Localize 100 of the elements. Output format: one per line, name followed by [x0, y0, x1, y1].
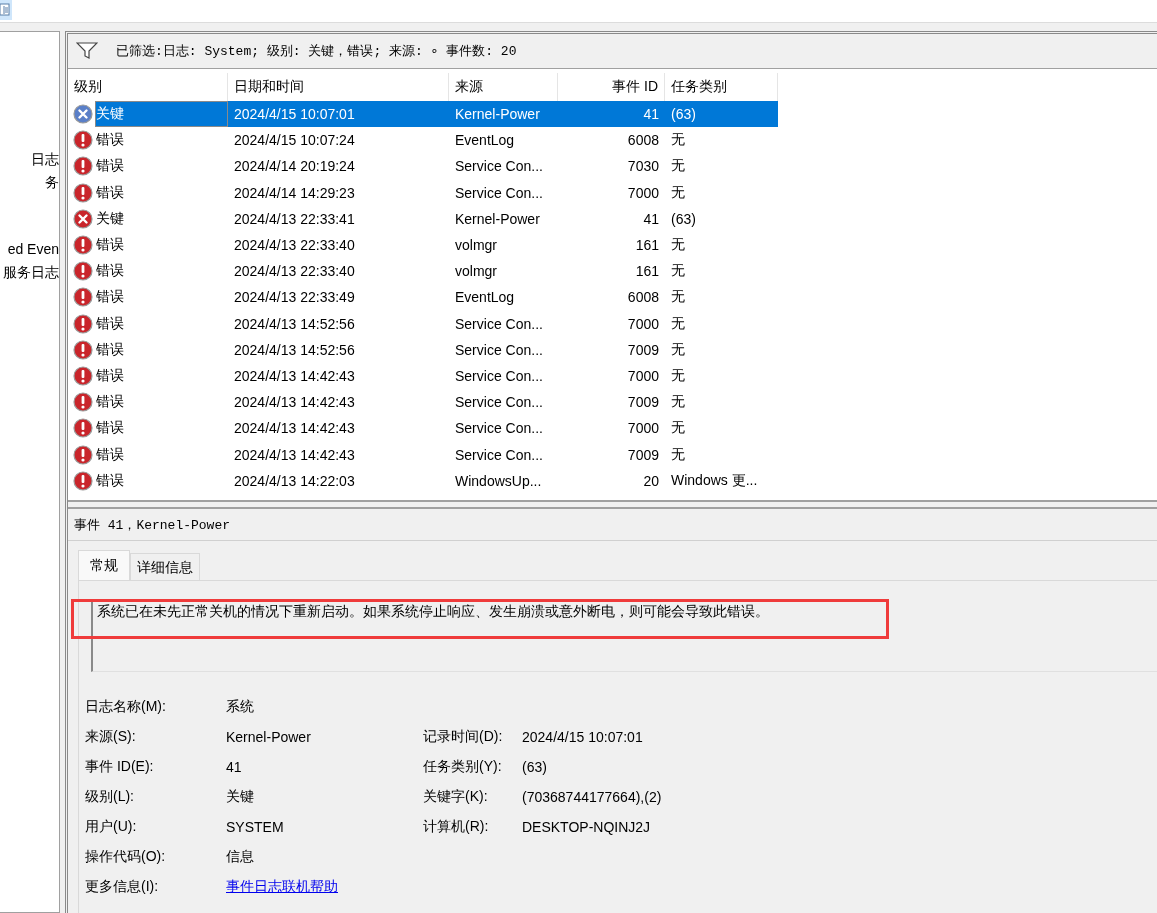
- table-cell-text: 7009: [626, 340, 660, 360]
- field-value: 关键: [226, 787, 255, 806]
- table-cell-text: 错误: [95, 235, 125, 255]
- event-row[interactable]: 关键 2024/4/15 10:07:01 Kernel-Power 41 (63): [68, 101, 1157, 128]
- table-cell-text: 关键: [95, 208, 125, 228]
- table-cell-text: 2024/4/13 22:33:41: [233, 209, 356, 229]
- field-label: 级别(L):: [85, 787, 135, 806]
- event-row[interactable]: 错误 2024/4/13 14:42:43 Service Con... 7000 无: [68, 415, 1157, 442]
- table-cell-text: 7009: [626, 393, 660, 413]
- field-value: 2024/4/15 10:07:01: [522, 728, 644, 747]
- event-row[interactable]: 错误 2024/4/14 20:19:24 Service Con... 7030 无: [68, 153, 1157, 180]
- filter-summary: 已筛选:日志: System; 级别: 关键，错误; 来源: ∘ 事件数: 20: [116, 43, 517, 60]
- sidebar-item[interactable]: 服务日志: [3, 261, 59, 284]
- table-cell-text: 7000: [626, 366, 660, 386]
- table-cell-text: 错误: [95, 470, 125, 490]
- event-title: 事件 41，Kernel-Power: [68, 509, 1157, 541]
- table-cell: 41: [558, 101, 665, 128]
- table-cell-text: Service Con...: [454, 393, 544, 413]
- table-cell-text: 错误: [95, 313, 125, 333]
- tab[interactable]: 常规: [78, 550, 130, 580]
- field-label: 关键字(K):: [423, 787, 489, 806]
- event-row[interactable]: 关键 2024/4/13 22:33:41 Kernel-Power 41 (63): [68, 205, 1157, 232]
- error-icon: [73, 470, 93, 491]
- table-cell-text: Service Con...: [454, 314, 544, 334]
- table-cell-text: 2024/4/14 20:19:24: [233, 157, 356, 177]
- table-cell-text: 无: [670, 365, 686, 385]
- table-cell-text: Service Con...: [454, 366, 544, 386]
- error-icon: [73, 418, 93, 439]
- table-cell-text: 错误: [95, 392, 125, 412]
- field-label: 用户(U):: [85, 817, 138, 836]
- table-cell-text: 错误: [95, 261, 125, 281]
- error-icon: [73, 444, 93, 465]
- window-icon[interactable]: [0, 0, 12, 20]
- sidebar-item[interactable]: 务: [45, 171, 59, 194]
- field-value: (63): [522, 758, 548, 777]
- field-label: 事件 ID(E):: [85, 757, 155, 776]
- error-icon: [73, 392, 93, 413]
- table-cell-text: 2024/4/13 22:33:40: [233, 236, 356, 256]
- table-cell-text: 无: [670, 418, 686, 438]
- table-cell-text: 6008: [626, 288, 660, 308]
- table-cell-text: 无: [670, 156, 686, 176]
- table-cell-text: WindowsUp...: [454, 471, 543, 491]
- sidebar-item[interactable]: ed Even: [7, 238, 59, 261]
- field-value: 系统: [226, 697, 255, 716]
- error-icon: [73, 313, 93, 334]
- error-icon: [73, 182, 93, 203]
- sidebar-item[interactable]: 日志: [31, 148, 59, 171]
- table-cell-text: 错误: [95, 156, 125, 176]
- event-row[interactable]: 错误 2024/4/13 22:33:40 volmgr 161 无: [68, 231, 1157, 259]
- table-cell-text: 无: [670, 444, 686, 464]
- table-cell-text: 161: [634, 236, 660, 256]
- critical-icon: [73, 208, 93, 229]
- table-cell-text: Service Con...: [454, 340, 544, 360]
- field-label: 来源(S):: [85, 727, 137, 746]
- table-cell-text: Service Con...: [454, 445, 544, 465]
- table-cell-text: 2024/4/13 22:33:40: [233, 262, 356, 282]
- field-label: 任务类别(Y):: [423, 757, 503, 776]
- table-cell-text: 错误: [95, 418, 125, 438]
- table-cell-text: 2024/4/13 22:33:49: [233, 288, 356, 308]
- table-cell-text: 错误: [95, 339, 125, 359]
- table-cell-text: 无: [670, 339, 686, 359]
- table-cell: Kernel-Power: [449, 101, 558, 128]
- table-cell-text: 2024/4/13 14:52:56: [233, 340, 356, 360]
- table-cell-text: 无: [670, 182, 686, 202]
- table-cell-text: (63): [670, 209, 697, 229]
- table-cell-text: 2024/4/13 14:22:03: [233, 471, 356, 491]
- table-cell-text: 无: [670, 130, 686, 150]
- table-cell-text: 41: [642, 209, 660, 229]
- event-row[interactable]: 错误 2024/4/13 22:33:49 EventLog 6008 无: [68, 284, 1157, 311]
- table-cell-text: 2024/4/15 10:07:24: [233, 131, 356, 151]
- event-row[interactable]: 错误 2024/4/13 14:42:43 Service Con... 7000 无: [68, 362, 1157, 390]
- event-row[interactable]: 错误 2024/4/15 10:07:24 EventLog 6008 无: [68, 127, 1157, 154]
- table-cell-text: Service Con...: [454, 419, 544, 439]
- event-row[interactable]: 错误 2024/4/13 14:52:56 Service Con... 7009 无: [68, 336, 1157, 363]
- table-cell-text: 无: [670, 287, 686, 307]
- table-cell-text: EventLog: [454, 131, 516, 151]
- tab[interactable]: 详细信息: [130, 553, 200, 580]
- description-text: 系统已在未先正常关机的情况下重新启动。如果系统停止响应、发生崩溃或意外断电，则可能会导致此错误。: [91, 599, 1157, 672]
- table-cell-text: 7000: [626, 183, 660, 203]
- table-cell-text: volmgr: [454, 262, 498, 282]
- table-cell-text: EventLog: [454, 288, 516, 308]
- critical-icon: [73, 104, 93, 125]
- error-icon: [73, 287, 93, 308]
- table-cell-text: 7000: [626, 314, 660, 334]
- event-row[interactable]: 错误 2024/4/13 22:33:40 volmgr 161 无: [68, 258, 1157, 285]
- event-row[interactable]: 错误 2024/4/13 14:22:03 WindowsUp... 20 Windows 更...: [68, 467, 1157, 494]
- table-cell-text: 2024/4/13 14:42:43: [233, 366, 356, 386]
- help-link[interactable]: 事件日志联机帮助: [226, 878, 338, 896]
- table-cell-text: 7009: [626, 445, 660, 465]
- event-row[interactable]: 错误 2024/4/13 14:42:43 Service Con... 7009 无: [68, 441, 1157, 468]
- table-cell-text: 20: [642, 471, 660, 491]
- field-value: DESKTOP-NQINJ2J: [522, 818, 652, 837]
- table-cell-text: 无: [670, 392, 686, 412]
- table-cell-text: 2024/4/14 14:29:23: [233, 183, 356, 203]
- error-icon: [73, 339, 93, 360]
- table-cell-text: Kernel-Power: [454, 209, 541, 229]
- event-row[interactable]: 错误 2024/4/13 14:52:56 Service Con... 7000 无: [68, 310, 1157, 337]
- table-cell: 关键: [95, 101, 228, 128]
- event-row[interactable]: 错误 2024/4/13 14:42:43 Service Con... 7009 无: [68, 389, 1157, 416]
- event-row[interactable]: 错误 2024/4/14 14:29:23 Service Con... 7000 无: [68, 179, 1157, 206]
